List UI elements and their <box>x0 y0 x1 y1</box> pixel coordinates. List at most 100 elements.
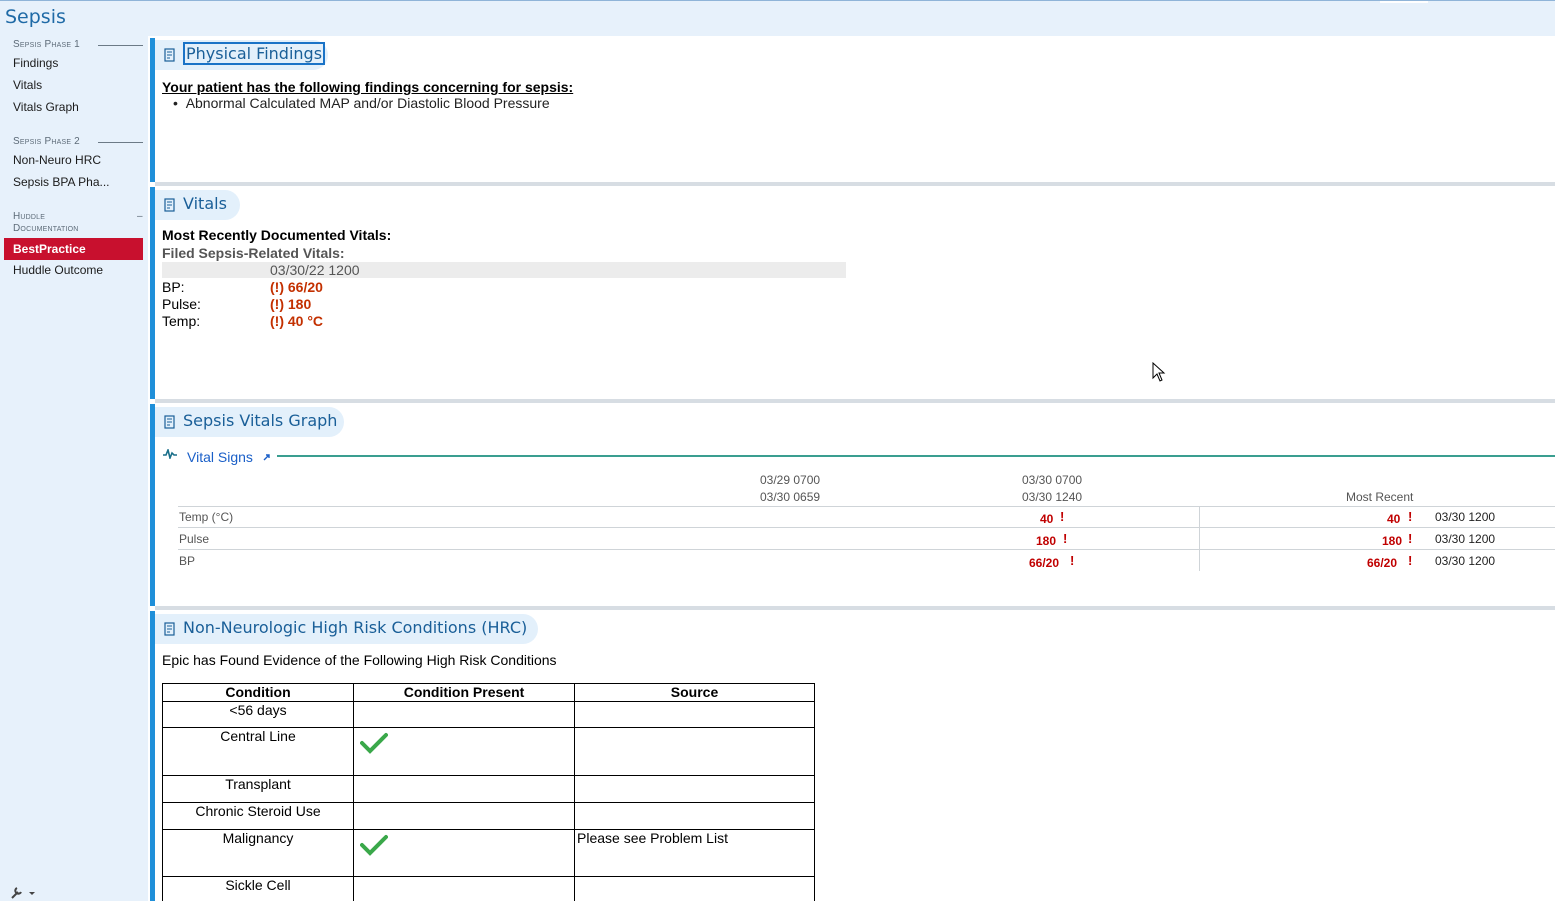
nav-group-huddle[interactable]: Huddle Documentation – <box>13 211 143 235</box>
vital-value: 66/20 <box>1029 556 1060 570</box>
column-header-1-line2: 03/30 0659 <box>760 490 821 504</box>
source-cell <box>574 727 815 776</box>
nav-group-label: Sepsis Phase 1 <box>13 39 80 50</box>
sidebar-item-findings[interactable]: Findings <box>13 56 58 70</box>
nav-group-phase-1: Sepsis Phase 1 <box>13 39 143 50</box>
sidebar-item-huddle-outcome[interactable]: Huddle Outcome <box>13 263 103 277</box>
vital-row-label: Pulse <box>179 532 210 546</box>
condition-cell: <56 days <box>162 701 354 728</box>
vital-label: BP: <box>162 279 185 295</box>
nav-group-label-line2: Documentation <box>13 223 79 234</box>
vital-label: Temp: <box>162 313 201 329</box>
present-cell <box>353 727 575 776</box>
alert-icon: ! <box>1063 531 1068 546</box>
column-header: Condition <box>162 683 354 702</box>
column-header-2-line1: 03/30 0700 <box>1022 473 1083 487</box>
collapse-icon[interactable]: – <box>137 211 143 223</box>
section-physical-findings: Physical Findings Your patient has the f… <box>155 36 1555 182</box>
nav-group-phase-2: Sepsis Phase 2 <box>13 136 143 147</box>
section-title[interactable]: Non-Neurologic High Risk Conditions (HRC… <box>183 618 527 637</box>
section-title[interactable]: Sepsis Vitals Graph <box>183 411 337 430</box>
divider <box>98 45 143 46</box>
vitals-subheading: Filed Sepsis-Related Vitals: <box>162 245 345 261</box>
sidebar-item-bestpractice[interactable]: BestPractice <box>4 238 143 260</box>
condition-cell: Central Line <box>162 727 354 776</box>
vital-value: 40 <box>1387 512 1401 526</box>
section-header: Vitals <box>155 190 240 220</box>
source-cell <box>574 802 815 830</box>
table-row: Transplant <box>162 775 815 803</box>
recent-time: 03/30 1200 <box>1435 510 1496 524</box>
vital-value: 66/20 <box>1367 556 1398 570</box>
condition-cell: Sickle Cell <box>162 876 354 901</box>
divider <box>98 142 143 143</box>
section-vitals-graph: Sepsis Vitals Graph Vital Signs 03/29 07… <box>155 403 1555 606</box>
present-cell <box>353 829 575 877</box>
vital-signs-link[interactable]: Vital Signs <box>187 449 253 465</box>
table-row: Central Line <box>162 727 815 776</box>
document-icon <box>164 415 175 429</box>
checkmark-icon <box>360 835 388 856</box>
present-cell <box>353 802 575 830</box>
vitals-heading: Most Recently Documented Vitals: <box>162 227 392 243</box>
external-link-icon[interactable] <box>263 453 271 461</box>
sidebar-item-non-neuro-hrc[interactable]: Non-Neuro HRC <box>13 153 101 167</box>
findings-heading: Your patient has the following findings … <box>162 79 574 95</box>
grid-divider <box>1199 506 1200 571</box>
mouse-cursor-icon <box>1152 362 1166 382</box>
table-row: Malignancy Please see Problem List <box>162 829 815 877</box>
table-row: Sickle Cell <box>162 876 815 901</box>
vital-value: 180 <box>1036 534 1057 548</box>
wrench-icon[interactable] <box>10 885 40 899</box>
findings-bullet: • Abnormal Calculated MAP and/or Diastol… <box>173 95 550 111</box>
alert-icon: ! <box>1060 509 1065 524</box>
grid-line <box>178 549 1555 550</box>
alert-icon: ! <box>1070 553 1075 568</box>
vital-value: 180 <box>1382 534 1403 548</box>
hrc-table: Condition Condition Present Source <56 d… <box>162 683 815 901</box>
section-hrc: Non-Neurologic High Risk Conditions (HRC… <box>155 610 1555 901</box>
section-title[interactable]: Vitals <box>183 194 227 213</box>
vitals-column-time: 03/30/22 1200 <box>270 262 360 278</box>
column-header-1-line1: 03/29 0700 <box>760 473 821 487</box>
vital-label: Pulse: <box>162 296 201 312</box>
present-cell <box>353 701 575 728</box>
column-header: Condition Present <box>353 683 575 702</box>
grid-line <box>178 506 1555 507</box>
vital-value: (!) 40 °C <box>270 313 324 329</box>
source-cell: Please see Problem List <box>574 829 815 877</box>
section-vitals: Vitals Most Recently Documented Vitals: … <box>155 186 1555 399</box>
present-cell <box>353 775 575 803</box>
section-header: Non-Neurologic High Risk Conditions (HRC… <box>155 614 538 644</box>
table-header-row: Condition Condition Present Source <box>162 683 815 702</box>
column-header-2-line2: 03/30 1240 <box>1022 490 1083 504</box>
document-icon <box>164 48 175 62</box>
sidebar: Sepsis Phase 1 Findings Vitals Vitals Gr… <box>0 36 148 901</box>
sidebar-item-sepsis-bpa[interactable]: Sepsis BPA Pha... <box>13 175 110 189</box>
checkmark-icon <box>360 733 388 754</box>
section-title[interactable]: Physical Findings <box>183 42 326 65</box>
vital-row-label: BP <box>179 554 196 568</box>
vital-row-label: Temp (°C) <box>179 510 234 524</box>
condition-cell: Chronic Steroid Use <box>162 802 354 830</box>
sidebar-item-vitals-graph[interactable]: Vitals Graph <box>13 100 79 114</box>
alert-icon: ! <box>1408 531 1413 546</box>
vital-value: (!) 180 <box>270 296 312 312</box>
section-header: Physical Findings <box>155 40 328 70</box>
vital-signs-divider <box>277 455 1555 457</box>
source-cell <box>574 701 815 728</box>
app-title: Sepsis <box>5 6 66 28</box>
condition-cell: Transplant <box>162 775 354 803</box>
findings-bullet-text: Abnormal Calculated MAP and/or Diastolic… <box>185 95 550 111</box>
vitals-time-row <box>162 262 846 278</box>
recent-time: 03/30 1200 <box>1435 554 1496 568</box>
table-row: Chronic Steroid Use <box>162 802 815 830</box>
table-row: <56 days <box>162 701 815 728</box>
recent-time: 03/30 1200 <box>1435 532 1496 546</box>
nav-group-label-line1: Huddle <box>13 211 46 222</box>
document-icon <box>164 622 175 636</box>
sidebar-item-vitals[interactable]: Vitals <box>13 78 42 92</box>
document-icon <box>164 198 175 212</box>
condition-cell: Malignancy <box>162 829 354 877</box>
alert-icon: ! <box>1408 553 1413 568</box>
